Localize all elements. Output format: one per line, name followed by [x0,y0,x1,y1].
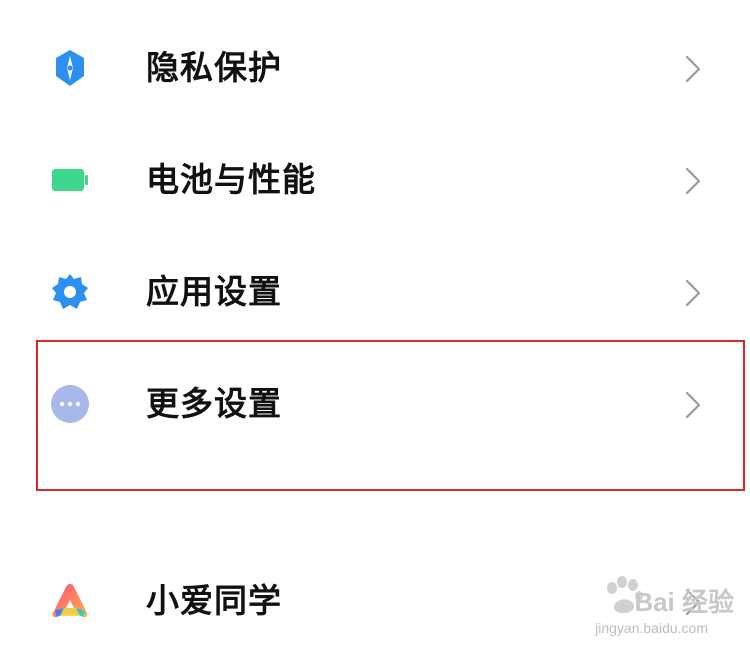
chevron-right-icon [685,391,701,419]
shield-icon [56,50,84,86]
battery-icon [52,169,88,191]
settings-item-battery[interactable]: 电池与性能 [0,130,750,226]
chevron-right-icon [685,55,701,83]
chevron-right-icon [685,167,701,195]
settings-item-label: 更多设置 [146,384,282,423]
settings-item-more-settings[interactable]: 更多设置 [0,354,750,450]
settings-item-app-settings[interactable]: 应用设置 [0,242,750,338]
settings-list: 隐私保护 电池与性能 应用设置 更多设置 小爱同学 [0,0,750,656]
settings-item-label: 隐私保护 [146,48,282,87]
chevron-right-icon [685,279,701,307]
settings-item-label: 小爱同学 [146,581,282,620]
settings-item-label: 电池与性能 [146,160,316,199]
settings-item-privacy[interactable]: 隐私保护 [0,18,750,114]
gear-icon [52,274,88,309]
xiaoai-icon [52,584,88,618]
settings-item-label: 应用设置 [146,272,282,311]
settings-item-xiaoai[interactable]: 小爱同学 [0,551,750,647]
more-dots-icon [51,385,89,423]
chevron-right-icon [685,588,701,616]
